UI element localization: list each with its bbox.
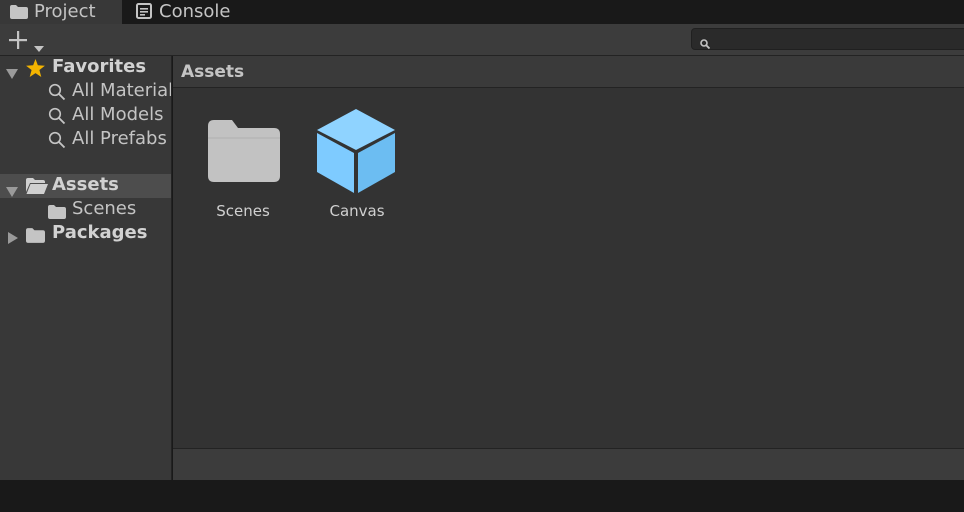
plus-icon	[9, 31, 27, 53]
tree-item-scenes[interactable]: Scenes	[0, 198, 171, 222]
tab-console[interactable]: Console	[122, 0, 252, 24]
project-toolbar	[0, 24, 964, 56]
search-input[interactable]	[714, 30, 954, 48]
tree-item-assets-label: Assets	[52, 174, 119, 195]
tree-item-all-material[interactable]: All Material	[0, 80, 171, 104]
tree-item-label: All Models	[72, 104, 164, 125]
expand-arrow-icon[interactable]	[6, 63, 18, 80]
tab-bar: Project Console	[0, 0, 964, 24]
tab-console-label: Console	[159, 1, 231, 22]
asset-item-label: Canvas	[329, 202, 385, 220]
search-icon	[48, 83, 66, 104]
search-icon	[700, 34, 711, 53]
console-icon	[136, 3, 152, 19]
create-dropdown-button[interactable]	[6, 28, 48, 52]
expand-arrow-icon[interactable]	[6, 181, 18, 198]
tree-item-all-models[interactable]: All Models	[0, 104, 171, 128]
tree-item-packages[interactable]: Packages	[0, 222, 171, 246]
prefab-cube-icon	[316, 108, 396, 198]
project-tree: Favorites All Material All Models All Pr…	[0, 56, 172, 480]
folder-open-icon	[26, 178, 48, 198]
tree-item-all-prefabs[interactable]: All Prefabs	[0, 128, 171, 152]
asset-browser: Assets Scenes Canvas	[173, 56, 964, 480]
asset-item-label: Scenes	[216, 202, 270, 220]
tab-project[interactable]: Project	[0, 0, 122, 24]
search-icon	[48, 131, 66, 152]
tab-project-label: Project	[34, 1, 96, 22]
search-field[interactable]	[691, 28, 964, 50]
tree-item-favorites-label: Favorites	[52, 56, 147, 77]
status-bar	[173, 448, 964, 480]
tree-item-label: All Prefabs	[72, 128, 167, 149]
folder-icon	[48, 203, 66, 222]
search-icon	[48, 107, 66, 128]
folder-icon	[208, 120, 280, 186]
tree-item-label: Scenes	[72, 198, 137, 219]
caret-down-icon	[34, 37, 44, 56]
star-icon	[26, 59, 45, 80]
folder-icon	[10, 5, 28, 19]
asset-item-scenes[interactable]: Scenes	[193, 56, 293, 226]
tree-item-label: All Material	[72, 80, 171, 101]
folder-icon	[26, 227, 45, 246]
tree-item-assets[interactable]: Assets	[0, 174, 171, 198]
tree-item-favorites[interactable]: Favorites	[0, 56, 171, 80]
asset-item-canvas[interactable]: Canvas	[307, 56, 407, 226]
collapse-arrow-icon[interactable]	[8, 228, 18, 246]
tree-item-packages-label: Packages	[52, 222, 148, 243]
